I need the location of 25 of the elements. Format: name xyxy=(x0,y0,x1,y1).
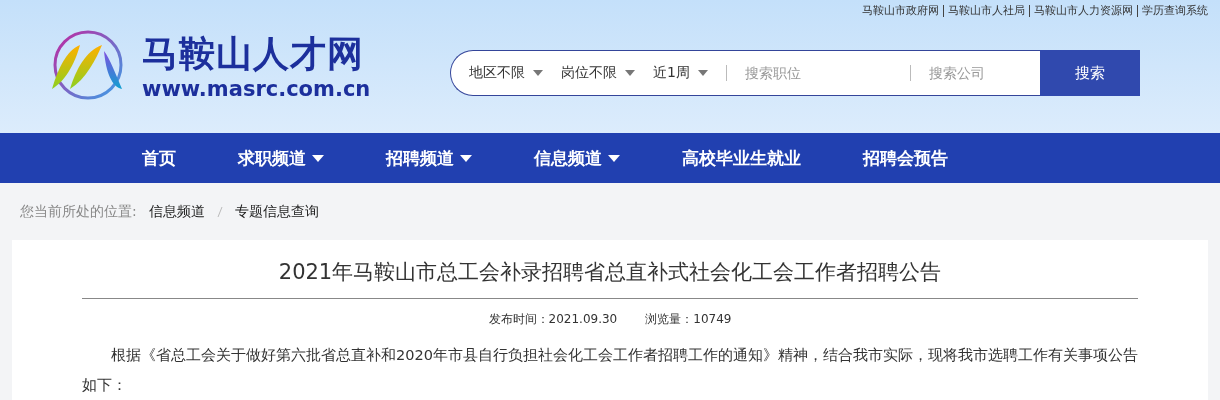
article-title: 2021年马鞍山市总工会补录招聘省总直补式社会化工会工作者招聘公告 xyxy=(82,258,1138,299)
job-search-field[interactable]: 搜索职位 xyxy=(707,50,893,96)
search-button[interactable]: 搜索 xyxy=(1040,50,1140,96)
company-search-field[interactable]: 搜索公司 xyxy=(892,50,1040,96)
nav-item[interactable]: 招聘会预告 xyxy=(863,146,948,170)
top-link[interactable]: 马鞍山市人力资源网 xyxy=(1034,3,1133,18)
site-url: www.masrc.com.cn xyxy=(142,76,371,102)
nav-item[interactable]: 招聘频道 xyxy=(386,146,472,170)
top-link[interactable]: 学历查询系统 xyxy=(1142,3,1208,18)
top-link[interactable]: 马鞍山市人社局 xyxy=(948,3,1025,18)
nav-item[interactable]: 信息频道 xyxy=(534,146,620,170)
breadcrumb-separator-icon xyxy=(216,205,223,218)
breadcrumb-label: 您当前所处的位置: xyxy=(20,202,137,221)
publish-date: 发布时间：2021.09.30 xyxy=(488,311,618,328)
breadcrumb-link[interactable]: 专题信息查询 xyxy=(234,202,319,221)
breadcrumb-link[interactable]: 信息频道 xyxy=(148,202,205,221)
filter-dropdown[interactable]: 岗位不限 xyxy=(543,51,635,95)
nav-item[interactable]: 高校毕业生就业 xyxy=(682,146,801,170)
nav-item[interactable]: 首页 xyxy=(142,146,176,170)
view-count: 浏览量：10749 xyxy=(645,311,732,328)
nav-item[interactable]: 求职频道 xyxy=(238,146,324,170)
site-name: 马鞍山人才网 xyxy=(142,32,365,76)
article-paragraph: 根据《省总工会关于做好第六批省总直补和2020年市县自行负担社会化工会工作者招聘工作的通知》精神，结合我市实际，现将我市选聘工作有关事项公告如下： xyxy=(82,346,1138,395)
top-link[interactable]: 马鞍山市政府网 xyxy=(862,3,939,18)
filter-dropdown[interactable]: 地区不限 xyxy=(451,51,543,95)
